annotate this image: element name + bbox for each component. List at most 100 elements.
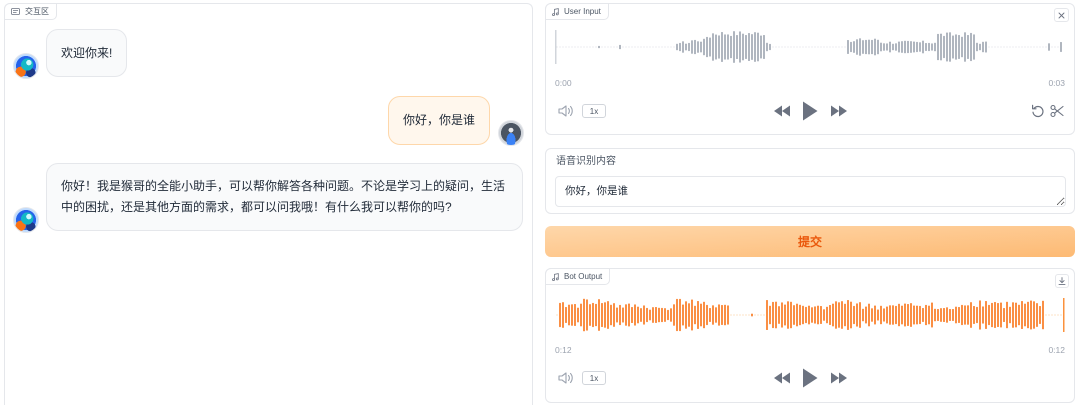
waveform-bar <box>916 305 918 325</box>
waveform-baseline-dot <box>601 46 603 48</box>
forward-button[interactable] <box>830 105 848 117</box>
waveform-bar <box>958 307 960 323</box>
waveform-bar <box>1003 307 1005 323</box>
waveform-bar <box>769 43 771 51</box>
waveform-bar <box>973 305 975 325</box>
bot-avatar <box>13 53 39 79</box>
waveform-bar <box>721 304 723 326</box>
waveform-bar <box>919 305 921 325</box>
waveform-bar <box>931 302 933 328</box>
waveform-baseline-dot <box>799 46 801 48</box>
waveform-bar <box>910 41 912 53</box>
waveform-baseline-dot <box>1018 46 1020 48</box>
waveform-bar <box>940 33 942 61</box>
close-button[interactable] <box>1054 8 1069 22</box>
waveform-bar <box>715 34 717 60</box>
waveform-baseline-dot <box>1045 314 1047 316</box>
waveform-bar <box>565 307 567 323</box>
waveform-baseline-dot <box>742 314 744 316</box>
waveform-bar <box>1027 301 1029 329</box>
waveform-bar <box>607 301 609 329</box>
waveform-bar <box>1015 302 1017 328</box>
waveform-baseline-dot <box>1051 46 1053 48</box>
output-waveform[interactable] <box>555 295 1066 335</box>
bot-output-label: Bot Output <box>545 268 611 285</box>
waveform-baseline-dot <box>814 46 816 48</box>
download-button[interactable] <box>1055 274 1069 288</box>
volume-button[interactable] <box>558 104 574 118</box>
waveform-baseline-dot <box>748 314 750 316</box>
waveform-baseline-dot <box>640 46 642 48</box>
waveform-bar <box>718 35 720 59</box>
waveform-baseline-dot <box>988 46 990 48</box>
waveform-baseline-dot <box>838 46 840 48</box>
message-text: 欢迎你来! <box>61 45 113 60</box>
waveform-bar <box>970 32 972 62</box>
waveform-bar <box>853 41 855 53</box>
close-icon <box>1058 6 1065 24</box>
waveform-bar <box>958 35 960 59</box>
submit-button[interactable]: 提交 <box>545 226 1075 257</box>
waveform-bar <box>748 32 750 62</box>
waveform-baseline-dot <box>595 46 597 48</box>
waveform-baseline-dot <box>760 314 762 316</box>
volume-icon <box>558 371 574 385</box>
waveform-bar <box>802 305 804 325</box>
waveform-bar <box>985 41 987 53</box>
waveform-bar <box>871 308 873 322</box>
waveform-baseline-dot <box>991 46 993 48</box>
trim-button[interactable] <box>1050 104 1064 118</box>
waveform-bar <box>838 302 840 328</box>
playhead[interactable] <box>555 30 557 64</box>
waveform-bar <box>703 38 705 56</box>
waveform-baseline-dot <box>604 46 606 48</box>
volume-button[interactable] <box>558 371 574 385</box>
waveform-baseline-dot <box>1051 314 1053 316</box>
waveform-bar <box>1006 301 1008 329</box>
waveform-bar <box>826 306 828 324</box>
waveform-baseline-dot <box>787 46 789 48</box>
playback-speed-button[interactable]: 1x <box>582 104 606 118</box>
waveform-baseline-dot <box>1021 46 1023 48</box>
forward-button[interactable] <box>830 372 848 384</box>
undo-button[interactable] <box>1031 104 1045 118</box>
waveform-baseline-dot <box>565 46 567 48</box>
playhead[interactable] <box>1063 298 1065 332</box>
rewind-icon <box>773 372 791 384</box>
waveform-bar <box>640 308 642 322</box>
waveform-baseline-dot <box>778 46 780 48</box>
waveform-baseline-dot <box>661 46 663 48</box>
waveform-baseline-dot <box>1009 46 1011 48</box>
waveform-bar <box>904 303 906 327</box>
waveform-baseline-dot <box>649 46 651 48</box>
input-waveform[interactable] <box>555 27 1066 67</box>
rewind-button[interactable] <box>773 105 791 117</box>
waveform-bar <box>694 305 696 325</box>
waveform-baseline-dot <box>646 46 648 48</box>
waveform-bar <box>886 306 888 324</box>
waveform-bar <box>700 41 702 53</box>
chatbot-panel: 交互区 欢迎你来! 你好，你是谁 你好！我是猴哥的全能小助手，可以帮你解答各种问… <box>4 3 533 405</box>
waveform-bar <box>961 304 963 326</box>
waveform-bar <box>910 303 912 327</box>
waveform-bar <box>922 307 924 323</box>
waveform-bar <box>664 308 666 322</box>
waveform-bar <box>973 34 975 60</box>
waveform-bar <box>694 39 696 55</box>
transcript-input[interactable]: 你好，你是谁 <box>555 176 1066 207</box>
play-button[interactable] <box>802 368 818 388</box>
bot-avatar <box>13 207 39 233</box>
waveform-bar <box>928 42 930 52</box>
waveform-bar <box>583 298 585 332</box>
rewind-button[interactable] <box>773 372 791 384</box>
waveform-bar <box>919 42 921 52</box>
waveform-bar <box>979 300 981 330</box>
playback-speed-button[interactable]: 1x <box>582 371 606 385</box>
waveform-bar <box>937 309 939 321</box>
waveform-baseline-dot <box>1054 314 1056 316</box>
waveform-bar <box>892 43 894 51</box>
waveform-bar <box>946 32 948 62</box>
play-button[interactable] <box>802 101 818 121</box>
waveform-bar <box>964 32 966 62</box>
waveform-bar <box>979 43 981 51</box>
